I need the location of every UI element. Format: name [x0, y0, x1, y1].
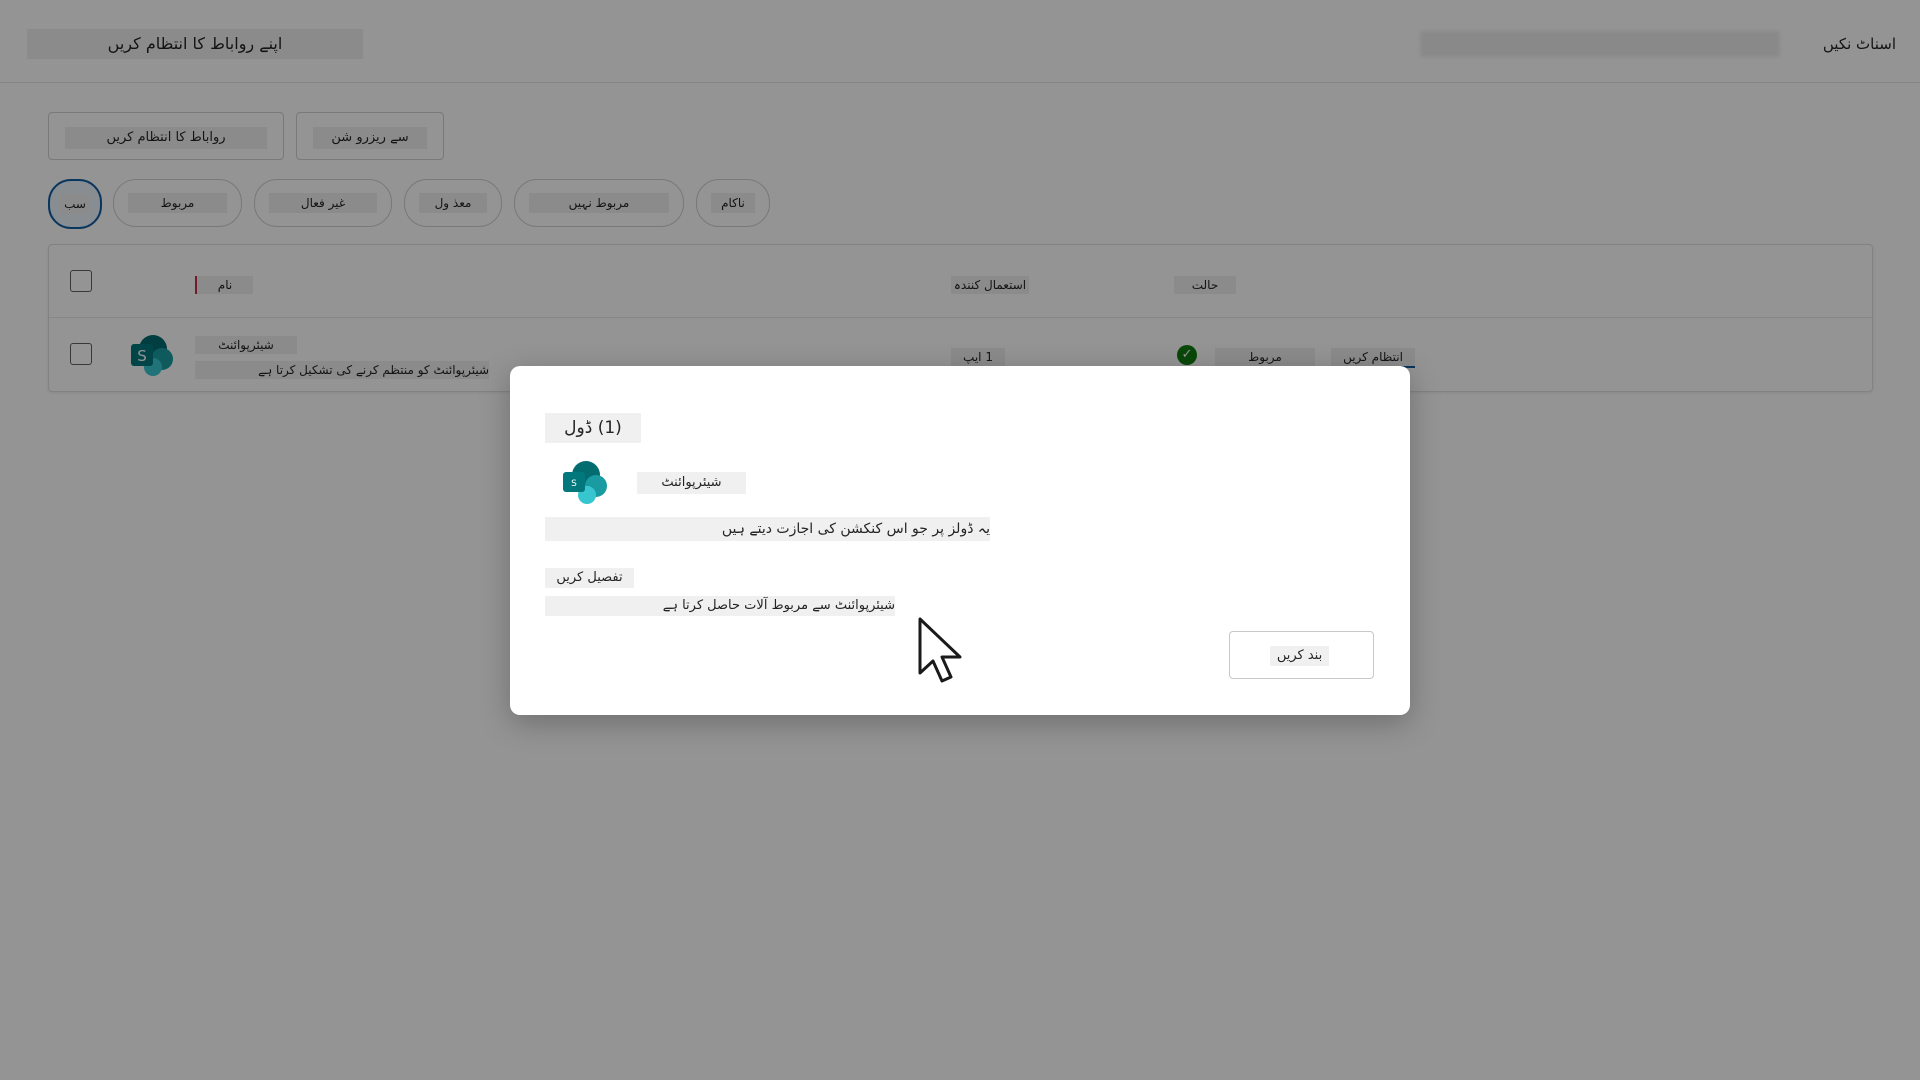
close-button-label: بند کریں	[1270, 646, 1329, 666]
mouse-pointer-icon	[918, 617, 962, 683]
dialog-title: (1) ڈول	[545, 413, 641, 443]
dialog-permissions-title: تفصیل کریں	[545, 568, 634, 588]
dialog-description: یہ ڈولز پر جو اس کنکشن کی اجازت دیتے ہیں	[545, 517, 990, 541]
close-button[interactable]: بند کریں	[1229, 631, 1374, 679]
svg-text:S: S	[571, 479, 577, 489]
dialog-permissions-description: شیئرپوائنٹ سے مربوط آلات حاصل کرتا ہے	[545, 596, 895, 616]
sharepoint-icon: S	[563, 461, 607, 504]
page: اپنے رواباط کا انتظام کریں اسناٹ نکیں رو…	[0, 0, 1920, 1080]
dialog-app-name: شیئرپوائنٹ	[637, 472, 746, 494]
